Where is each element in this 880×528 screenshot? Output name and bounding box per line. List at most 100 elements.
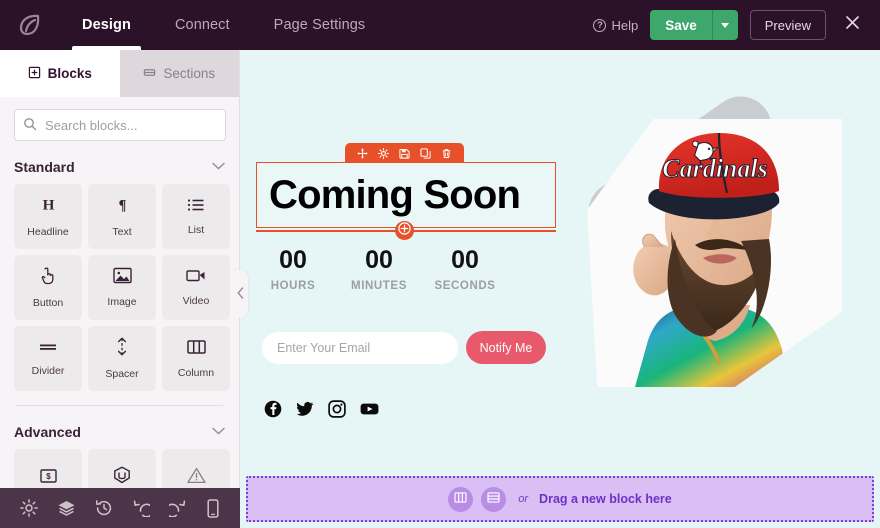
- gear-icon[interactable]: [378, 147, 389, 159]
- facebook-icon[interactable]: [264, 400, 282, 418]
- block-headline[interactable]: H Headline: [14, 184, 82, 249]
- block-video-label: Video: [182, 295, 210, 307]
- sidebar-content: Standard H Headline ¶ Text: [0, 97, 239, 528]
- text-paragraph-icon: ¶: [113, 195, 132, 219]
- hero-image-block[interactable]: Cardinals: [565, 84, 865, 405]
- save-label: Save: [665, 17, 697, 33]
- plus-circle-icon: [398, 221, 411, 240]
- notify-me-button[interactable]: Notify Me: [466, 331, 546, 364]
- tab-blocks[interactable]: Blocks: [0, 50, 120, 97]
- trash-icon[interactable]: [441, 148, 452, 159]
- close-button[interactable]: [838, 11, 866, 39]
- duplicate-icon[interactable]: [420, 147, 431, 159]
- save-button-group: Save: [650, 10, 738, 40]
- help-label: Help: [611, 17, 639, 33]
- email-input[interactable]: [262, 331, 458, 364]
- block-spacer-label: Spacer: [105, 368, 139, 380]
- app-logo[interactable]: [0, 12, 60, 38]
- preview-button[interactable]: Preview: [749, 10, 826, 40]
- nav-tab-connect-label: Connect: [174, 17, 230, 33]
- block-spacer[interactable]: Spacer: [88, 326, 156, 391]
- countdown-minutes: 00 MINUTES: [348, 246, 410, 292]
- instagram-icon[interactable]: [328, 400, 346, 418]
- section-header-standard[interactable]: Standard: [14, 159, 225, 175]
- nav-tab-design[interactable]: Design: [60, 0, 153, 50]
- svg-text:¶: ¶: [118, 197, 126, 213]
- alert-icon: [186, 467, 206, 489]
- save-block-icon[interactable]: [399, 148, 410, 159]
- headline-icon: H: [39, 195, 58, 219]
- block-column-label: Column: [177, 366, 215, 379]
- columns-icon: [454, 490, 467, 508]
- dropzone-or-label: or: [518, 493, 529, 505]
- section-header-advanced[interactable]: Advanced: [14, 424, 225, 440]
- sidebar-collapse-toggle[interactable]: [232, 270, 248, 318]
- countdown-seconds-label: SECONDS: [434, 280, 496, 292]
- countdown-seconds-value: 00: [451, 246, 479, 274]
- mobile-preview-icon[interactable]: [206, 498, 220, 518]
- save-dropdown-button[interactable]: [711, 10, 738, 40]
- notify-me-label: Notify Me: [479, 340, 533, 355]
- block-column[interactable]: Column: [162, 326, 230, 391]
- social-links-block[interactable]: [264, 400, 379, 418]
- help-button[interactable]: ? Help: [593, 18, 638, 33]
- rows-icon: [487, 490, 500, 508]
- countdown-block[interactable]: 00 HOURS 00 MINUTES 00 SECONDS: [262, 246, 496, 292]
- block-button[interactable]: Button: [14, 255, 82, 320]
- tab-blocks-label: Blocks: [47, 66, 92, 81]
- preview-label: Preview: [764, 17, 811, 33]
- standard-blocks-grid: H Headline ¶ Text List Button Image Vide…: [14, 184, 230, 391]
- chevron-left-icon: [236, 286, 244, 302]
- save-button[interactable]: Save: [650, 10, 712, 40]
- add-section-button[interactable]: [481, 486, 507, 512]
- page-canvas: Cardinals Coming Soon 00 HOURS 00 MINUTE…: [240, 50, 880, 528]
- block-list[interactable]: List: [162, 184, 230, 249]
- button-click-icon: [40, 267, 57, 290]
- countdown-minutes-value: 00: [365, 246, 393, 274]
- search-blocks-field: [14, 109, 226, 141]
- canvas-content: Cardinals Coming Soon 00 HOURS 00 MINUTE…: [240, 50, 880, 528]
- block-image[interactable]: Image: [88, 255, 156, 320]
- bottom-toolbar: [0, 488, 240, 528]
- block-video[interactable]: Video: [162, 255, 230, 320]
- tab-sections-label: Sections: [163, 66, 216, 81]
- history-icon[interactable]: [95, 499, 113, 517]
- column-icon: [186, 339, 206, 360]
- twitter-icon[interactable]: [296, 400, 314, 418]
- drop-zone[interactable]: or Drag a new block here: [246, 476, 874, 522]
- block-image-label: Image: [107, 296, 137, 308]
- redo-icon[interactable]: [165, 499, 187, 518]
- sidebar-tabs: Blocks Sections: [0, 50, 239, 97]
- page-title: Coming Soon: [269, 172, 521, 217]
- sections-icon: [143, 66, 156, 82]
- add-block-button[interactable]: [395, 221, 414, 240]
- move-icon[interactable]: [357, 148, 368, 159]
- add-columns-button[interactable]: [448, 486, 474, 512]
- signup-form: Notify Me: [262, 331, 546, 364]
- block-button-label: Button: [32, 296, 64, 309]
- badge-icon: [113, 466, 131, 490]
- youtube-icon[interactable]: [360, 400, 379, 418]
- search-input[interactable]: [14, 109, 226, 141]
- nav-tab-page-settings[interactable]: Page Settings: [252, 0, 388, 50]
- chevron-down-icon: [212, 161, 225, 173]
- countdown-minutes-label: MINUTES: [351, 280, 407, 292]
- block-text[interactable]: ¶ Text: [88, 184, 156, 249]
- svg-text:H: H: [42, 196, 54, 213]
- blocks-icon: [28, 66, 41, 82]
- top-header-bar: Design Connect Page Settings ? Help Save: [0, 0, 880, 50]
- undo-icon[interactable]: [132, 499, 154, 518]
- headline-block-selected[interactable]: Coming Soon: [256, 162, 556, 228]
- dropzone-text[interactable]: Drag a new block here: [539, 492, 672, 506]
- block-divider-label: Divider: [31, 365, 65, 377]
- close-icon: [845, 15, 860, 35]
- section-title-standard: Standard: [14, 159, 75, 175]
- gear-icon[interactable]: [19, 499, 38, 517]
- block-list-label: List: [187, 223, 205, 236]
- tab-sections[interactable]: Sections: [119, 50, 239, 97]
- sidebar-divider: [16, 405, 223, 406]
- nav-tab-connect[interactable]: Connect: [153, 0, 252, 50]
- block-divider[interactable]: Divider: [14, 326, 82, 391]
- chevron-down-icon: [721, 22, 730, 28]
- layers-icon[interactable]: [57, 499, 76, 517]
